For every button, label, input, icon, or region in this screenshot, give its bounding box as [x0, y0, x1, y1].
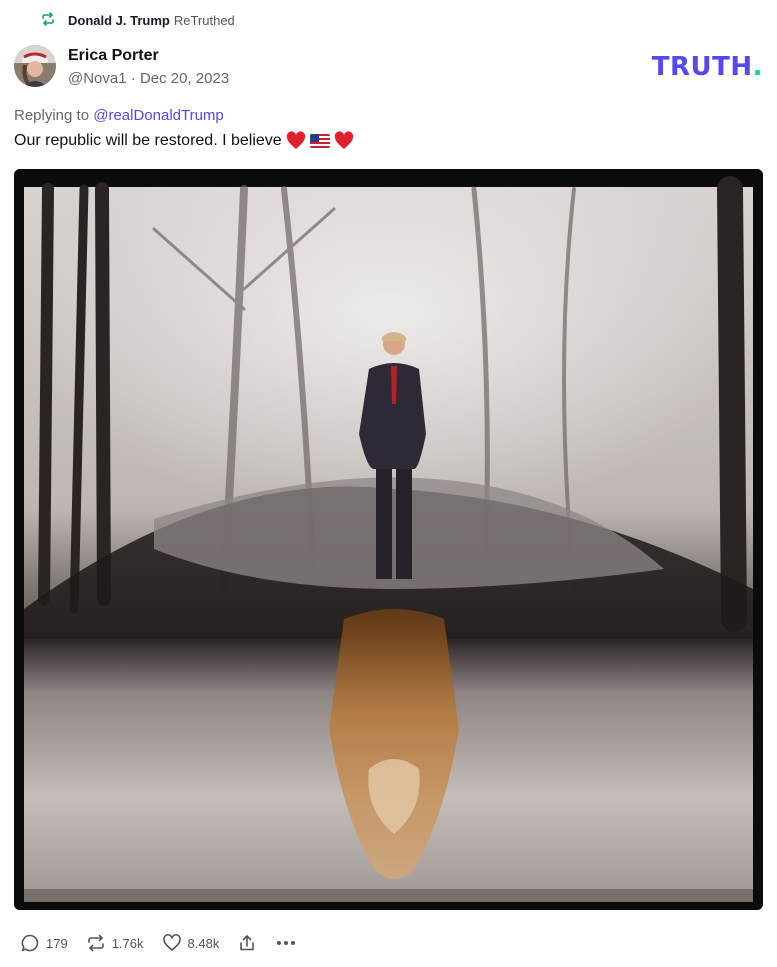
heart-emoji-icon-2 — [334, 131, 354, 151]
share-icon — [237, 933, 257, 953]
author-name[interactable]: Erica Porter — [68, 46, 229, 66]
retruth-user[interactable]: Donald J. Trump — [68, 13, 170, 28]
retruth-button[interactable]: 1.76k — [86, 933, 144, 953]
post-actions: 179 1.76k 8.48k — [20, 930, 315, 956]
more-options-button[interactable] — [275, 933, 297, 953]
logo-dot: . — [752, 52, 763, 82]
like-button[interactable]: 8.48k — [162, 933, 220, 953]
reply-icon — [20, 933, 40, 953]
avatar[interactable] — [14, 45, 56, 87]
truth-logo: TRUTH. — [652, 52, 763, 82]
author-meta: @Nova1 · Dec 20, 2023 — [68, 70, 229, 87]
retruth-action-label: ReTruthed — [173, 12, 235, 28]
post-page: Donald J. Trump ReTruthed Erica Porter @… — [0, 0, 777, 967]
post-body: Our republic will be restored. I believe — [14, 132, 282, 149]
replying-to: Replying to @realDonaldTrump — [14, 107, 224, 124]
post-text: Our republic will be restored. I believe — [14, 131, 354, 151]
heart-icon — [162, 933, 182, 953]
retruth-action-icon — [86, 933, 106, 953]
post-date[interactable]: Dec 20, 2023 — [140, 70, 229, 87]
meta-separator: · — [130, 69, 136, 87]
post-author: Erica Porter @Nova1 · Dec 20, 2023 — [14, 45, 229, 87]
reply-mention-link[interactable]: @realDonaldTrump — [93, 107, 224, 124]
reply-prefix: Replying to — [14, 107, 90, 124]
retruth-count: 1.76k — [111, 935, 144, 951]
reply-button[interactable]: 179 — [20, 933, 68, 953]
heart-emoji-icon — [286, 131, 306, 151]
more-icon — [275, 933, 297, 953]
reply-count: 179 — [46, 935, 68, 951]
retruth-icon — [40, 11, 56, 30]
share-button[interactable] — [237, 933, 257, 953]
like-count: 8.48k — [187, 935, 220, 951]
logo-text: TRUTH — [651, 52, 753, 82]
retruth-header: Donald J. Trump ReTruthed — [40, 10, 235, 30]
post-image[interactable] — [14, 169, 763, 910]
author-handle[interactable]: @Nova1 — [68, 70, 127, 87]
us-flag-emoji-icon — [309, 134, 330, 148]
